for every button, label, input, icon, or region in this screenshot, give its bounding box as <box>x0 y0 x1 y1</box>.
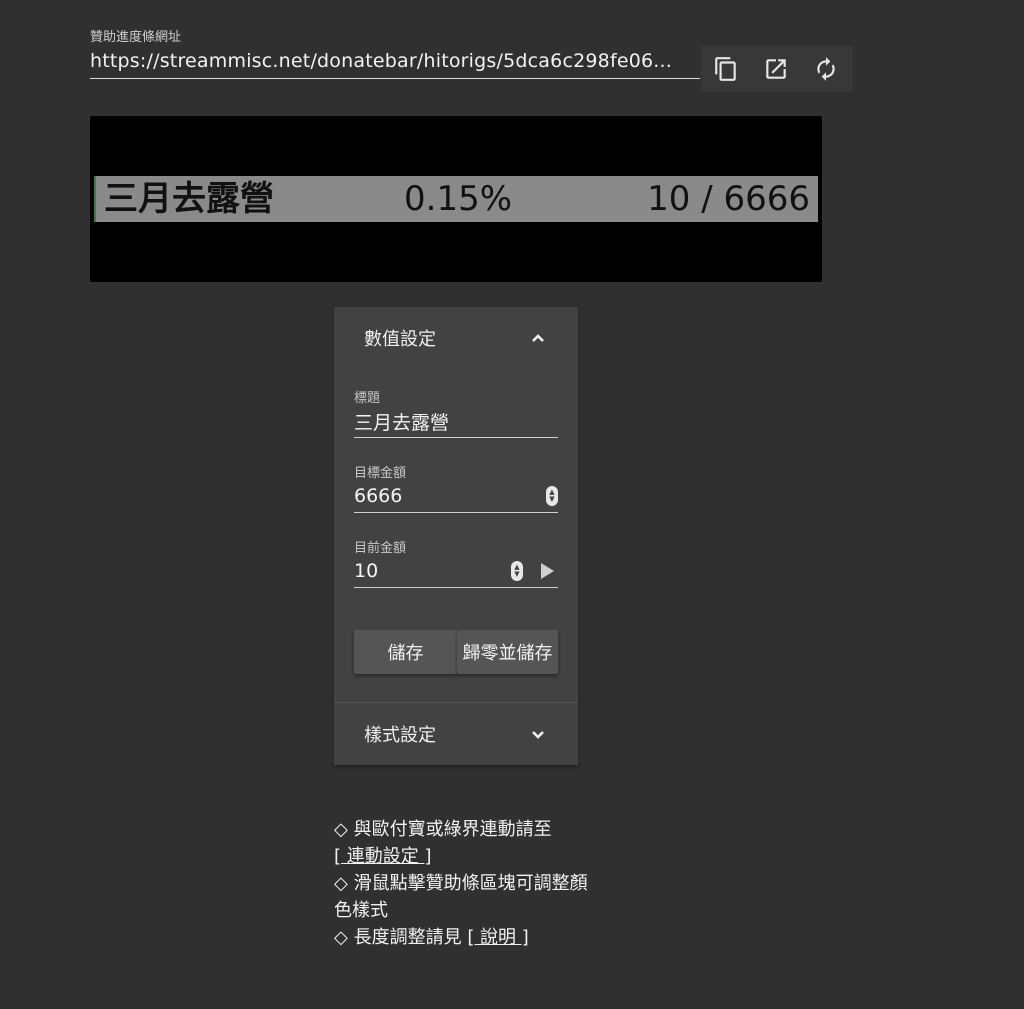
refresh-icon <box>817 57 835 81</box>
title-input[interactable]: 三月去露營 <box>354 405 558 438</box>
chevron-down-icon <box>532 731 544 739</box>
target-label: 目標金額 <box>354 466 407 481</box>
open-external-icon <box>766 59 786 79</box>
reset-save-button[interactable]: 歸零並儲存 <box>456 630 558 674</box>
style-settings-title: 樣式設定 <box>364 725 436 746</box>
open-external-button[interactable] <box>751 46 801 92</box>
url-actions <box>701 46 853 92</box>
play-icon[interactable] <box>541 563 554 579</box>
value-settings-header[interactable]: 數值設定 <box>334 307 578 369</box>
explanation-link[interactable]: [ 說明 ] <box>467 927 529 948</box>
copy-icon <box>715 57 736 81</box>
help-notes: ◇ 與歐付寶或綠界連動請至 [ 連動設定 ] ◇ 滑鼠點擊贊助條區塊可調整顏色樣… <box>334 816 594 951</box>
target-input[interactable]: 6666 ▲ ▼ <box>354 480 558 513</box>
current-field-group: 目前金額 10 ▲ ▼ <box>354 537 558 588</box>
title-label: 標題 <box>354 391 381 406</box>
refresh-button[interactable] <box>801 46 851 92</box>
donate-bar[interactable]: 三月去露營 0.15% 10 / 6666 <box>94 176 818 222</box>
bar-amount: 10 / 6666 <box>647 179 810 219</box>
note-line-2: ◇ 滑鼠點擊贊助條區塊可調整顏色樣式 <box>334 873 588 921</box>
note-line-3: ◇ 長度調整請見 <box>334 927 462 948</box>
value-settings-title: 數值設定 <box>364 329 436 350</box>
link-settings-link[interactable]: [ 連動設定 ] <box>334 846 432 867</box>
bar-title: 三月去露營 <box>104 179 274 219</box>
current-value: 10 <box>354 560 379 582</box>
note-line-1: ◇ 與歐付寶或綠界連動請至 <box>334 819 552 840</box>
target-field-group: 目標金額 6666 ▲ ▼ <box>354 462 558 513</box>
target-value: 6666 <box>354 485 403 507</box>
current-label: 目前金額 <box>354 541 407 556</box>
current-input[interactable]: 10 ▲ ▼ <box>354 555 558 588</box>
style-settings-header[interactable]: 樣式設定 <box>334 703 578 765</box>
url-label: 贊助進度條網址 <box>90 30 182 45</box>
current-stepper-icon[interactable]: ▲ ▼ <box>511 561 523 581</box>
button-row: 儲存 歸零並儲存 <box>354 630 558 674</box>
donate-bar-preview[interactable]: 三月去露營 0.15% 10 / 6666 <box>90 116 822 282</box>
save-button[interactable]: 儲存 <box>354 630 457 674</box>
value-settings-body: 標題 三月去露營 目標金額 6666 ▲ ▼ 目前金額 10 ▲ ▼ 儲存 歸零並儲… <box>334 369 578 702</box>
target-stepper-icon[interactable]: ▲ ▼ <box>546 486 558 506</box>
title-value: 三月去露營 <box>354 411 450 434</box>
title-field-group: 標題 三月去露營 <box>354 387 558 438</box>
url-field[interactable]: https://streammisc.net/donatebar/hitorig… <box>90 50 700 79</box>
settings-panel: 數值設定 標題 三月去露營 目標金額 6666 ▲ ▼ 目前金額 10 ▲ ▼ 儲 <box>334 307 578 765</box>
copy-button[interactable] <box>701 46 751 92</box>
bar-percent: 0.15% <box>404 179 513 219</box>
chevron-up-icon <box>532 334 544 342</box>
